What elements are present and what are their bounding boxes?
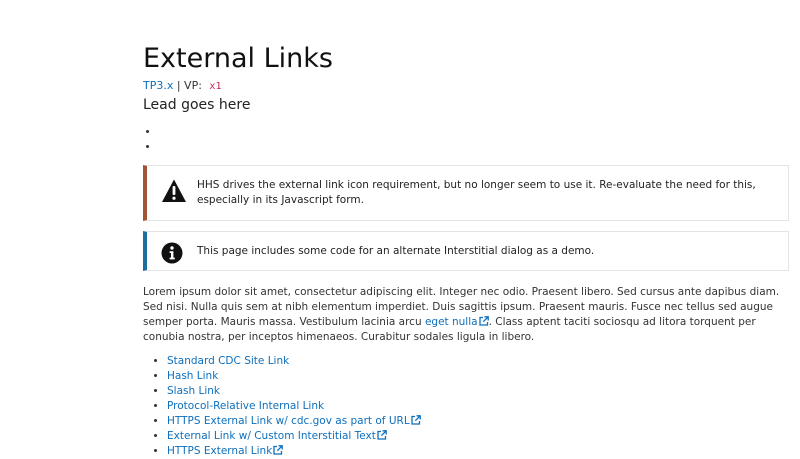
- list-item: External Link w/ Custom Interstitial Tex…: [167, 429, 421, 444]
- warning-callout: HHS drives the external link icon requir…: [143, 165, 789, 221]
- external-link-icon: [377, 430, 387, 440]
- https-external-link-label: HTTPS External Link: [167, 445, 273, 457]
- list-item: HTTPS External Link: [167, 444, 421, 459]
- list-item: HTTPS External Link w/ cdc.gov as part o…: [167, 414, 421, 429]
- https-cdc-external-link-label: HTTPS External Link w/ cdc.gov as part o…: [167, 415, 410, 427]
- https-cdc-external-link[interactable]: HTTPS External Link w/ cdc.gov as part o…: [167, 415, 421, 427]
- vp-code: x1: [209, 81, 222, 92]
- tp-version-link[interactable]: TP3.x: [143, 79, 173, 92]
- external-link-icon: [478, 316, 489, 326]
- version-meta: TP3.x | VP: x1: [143, 78, 221, 95]
- external-link-icon: [411, 415, 421, 425]
- hash-link[interactable]: Hash Link: [167, 370, 218, 382]
- page-title: External Links: [143, 43, 333, 74]
- list-item: Standard CDC Site Link: [167, 354, 421, 369]
- eget-nulla-link[interactable]: eget nulla: [425, 316, 489, 328]
- custom-interstitial-link-label: External Link w/ Custom Interstitial Tex…: [167, 430, 376, 442]
- external-link-icon: [273, 445, 284, 455]
- link-list: Standard CDC Site Link Hash Link Slash L…: [143, 354, 421, 459]
- eget-nulla-link-label: eget nulla: [424, 316, 478, 328]
- lead-text: Lead goes here: [143, 97, 251, 113]
- body-paragraph: Lorem ipsum dolor sit amet, consectetur …: [143, 285, 791, 345]
- info-callout-text: This page includes some code for an alte…: [197, 245, 595, 257]
- list-item: Hash Link: [167, 369, 421, 384]
- warning-triangle-icon: [162, 179, 186, 202]
- empty-list: [143, 123, 159, 153]
- vp-label: | VP:: [173, 79, 206, 92]
- list-item: Slash Link: [167, 384, 421, 399]
- warning-callout-text: HHS drives the external link icon requir…: [197, 179, 756, 206]
- protocol-relative-link[interactable]: Protocol-Relative Internal Link: [167, 400, 324, 412]
- slash-link[interactable]: Slash Link: [167, 385, 220, 397]
- standard-cdc-link[interactable]: Standard CDC Site Link: [167, 355, 289, 367]
- https-external-link[interactable]: HTTPS External Link: [167, 445, 284, 457]
- info-callout: This page includes some code for an alte…: [143, 231, 789, 271]
- info-circle-icon: [161, 242, 183, 264]
- list-item: Protocol-Relative Internal Link: [167, 399, 421, 414]
- custom-interstitial-link[interactable]: External Link w/ Custom Interstitial Tex…: [167, 430, 387, 442]
